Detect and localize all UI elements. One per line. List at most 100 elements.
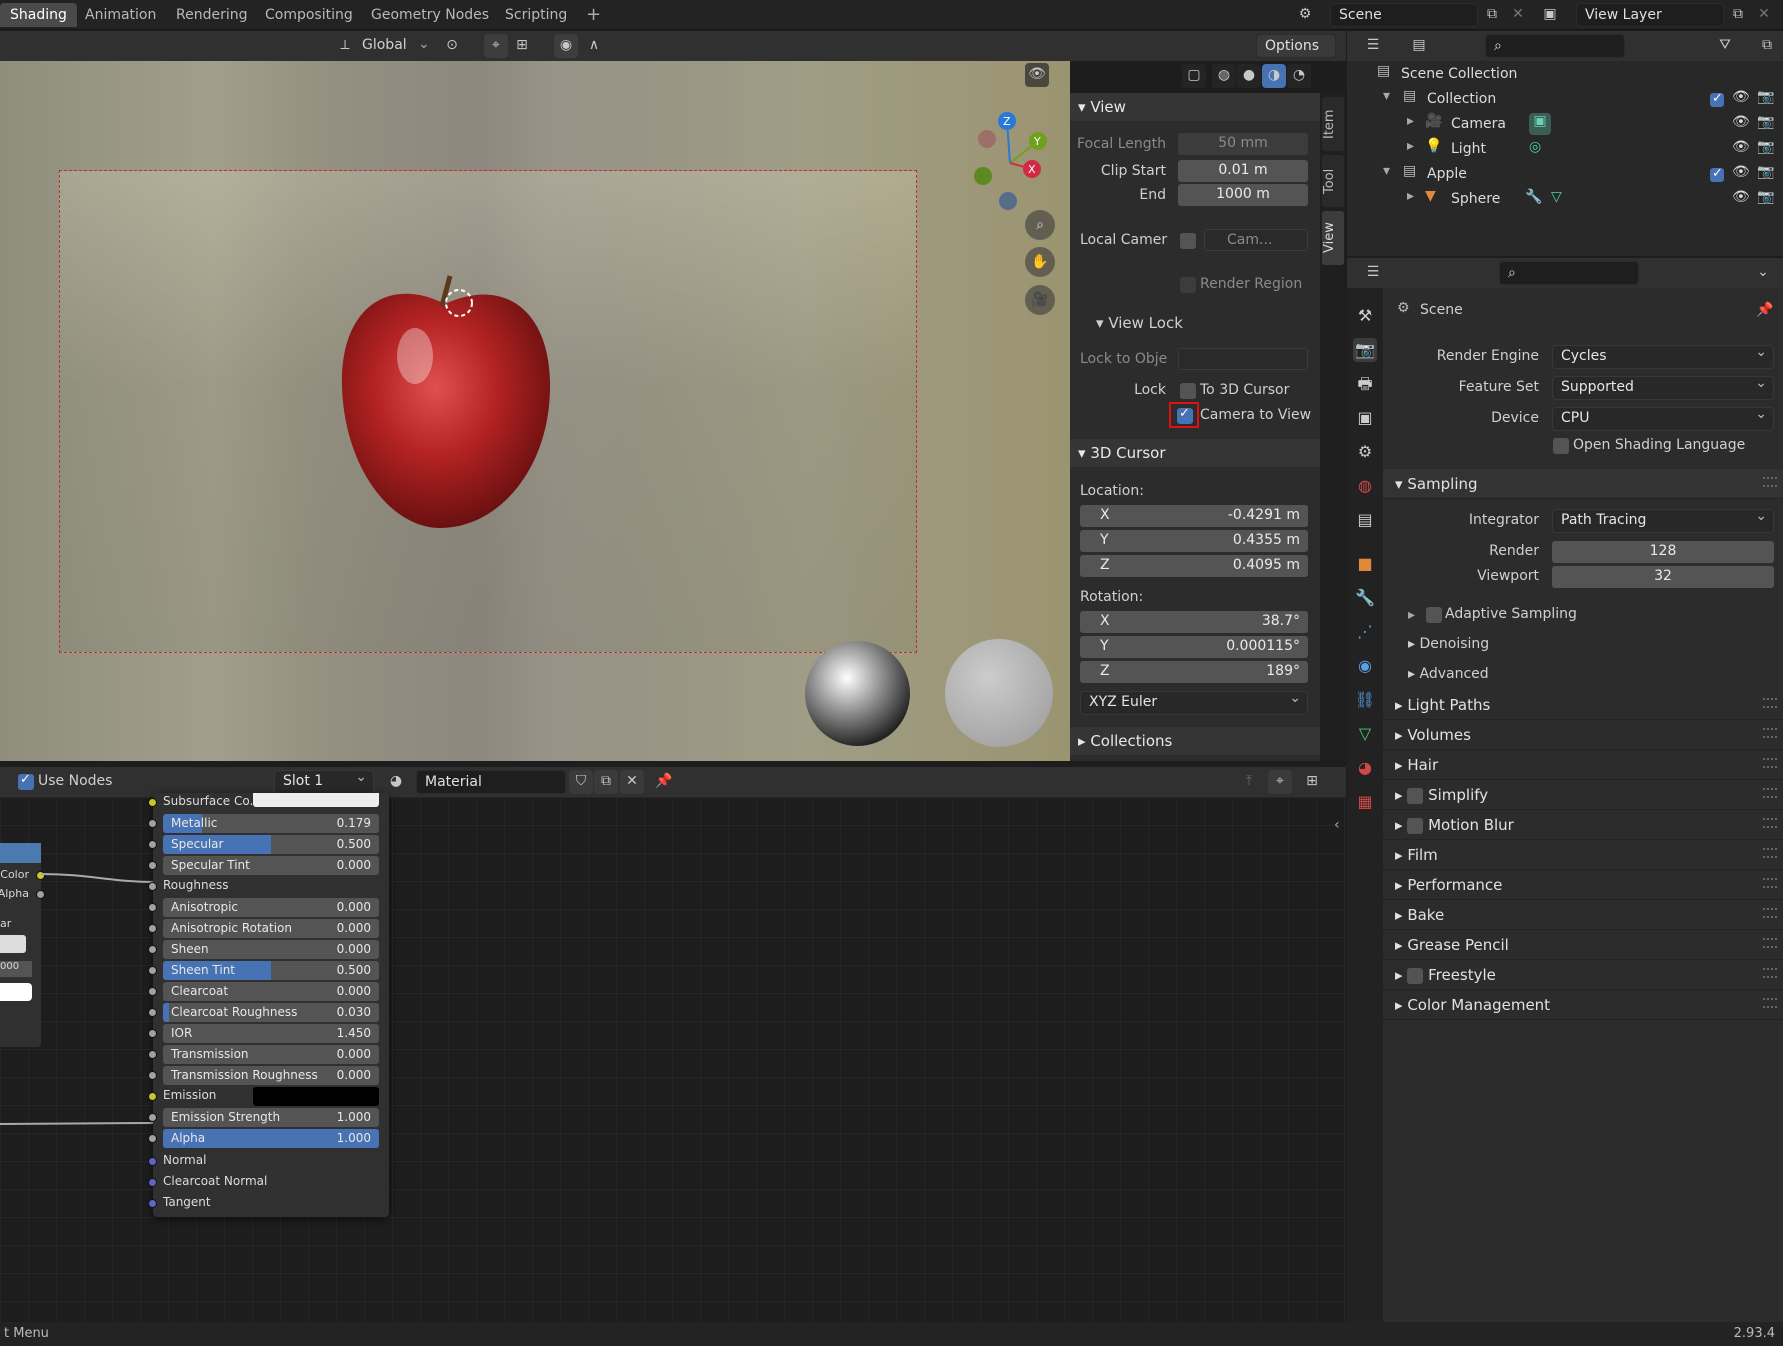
drag-handle[interactable] <box>1763 968 1777 978</box>
clearcoat-normal-socket[interactable] <box>148 1178 157 1187</box>
scene-name-field[interactable]: Scene <box>1330 3 1478 27</box>
chevron-down-icon[interactable]: ⌄ <box>1751 261 1775 285</box>
camera-to-view-checkbox[interactable] <box>1177 406 1193 424</box>
outliner-item-sphere[interactable]: ▸ ▼ Sphere 🔧 ▽ 👁 📷 <box>1347 188 1783 213</box>
render-tab-icon[interactable]: 📷 <box>1353 338 1377 362</box>
material-shading-icon[interactable]: ◑ <box>1262 64 1286 88</box>
normal-socket[interactable] <box>148 1157 157 1166</box>
use-nodes-checkbox[interactable] <box>18 772 34 790</box>
particles-tab-icon[interactable]: ⋰ <box>1353 620 1377 644</box>
bsdf-slider[interactable]: Specular Tint 0.000 <box>163 856 379 875</box>
parent-node-tree-icon[interactable]: ⤒ <box>1237 770 1261 794</box>
camera-data-icon[interactable]: ▣ <box>1529 113 1551 135</box>
drag-handle[interactable] <box>1763 477 1777 487</box>
world-tab-icon[interactable]: ◍ <box>1353 474 1377 498</box>
render-camera-icon[interactable]: 📷 <box>1757 189 1774 205</box>
drag-handle[interactable] <box>1763 908 1777 918</box>
tab-rendering[interactable]: Rendering <box>166 3 258 27</box>
bsdf-input-socket[interactable] <box>148 1071 157 1080</box>
falloff-icon[interactable]: ∧ <box>582 34 606 58</box>
subsurface-color-socket[interactable] <box>148 798 157 807</box>
exclude-checkbox[interactable] <box>1710 166 1724 182</box>
tab-scripting[interactable]: Scripting <box>495 3 577 27</box>
object-tab-icon[interactable]: ■ <box>1353 552 1377 576</box>
3d-cursor-section-header[interactable]: ▾ 3D Cursor <box>1070 439 1320 467</box>
options-dropdown[interactable]: Options <box>1256 34 1336 58</box>
editor-type-icon[interactable]: ☰ <box>1361 34 1385 58</box>
bake-panel[interactable]: ▸ Bake <box>1383 900 1783 930</box>
bsdf-input-socket[interactable] <box>148 1050 157 1059</box>
view-section-header[interactable]: ▾ View <box>1070 93 1320 121</box>
bsdf-input-socket[interactable] <box>148 903 157 912</box>
clip-end-field[interactable]: 1000 m <box>1178 184 1308 206</box>
camera-view-icon[interactable]: 🎥 <box>1025 285 1055 315</box>
bsdf-input-socket[interactable] <box>148 945 157 954</box>
outliner-search-input[interactable]: ⌕ <box>1485 34 1625 58</box>
render-samples-field[interactable]: 128 <box>1552 541 1774 563</box>
bsdf-input-socket[interactable] <box>148 966 157 975</box>
outliner-scene-collection[interactable]: ▤ Scene Collection <box>1347 63 1783 88</box>
tab-animation[interactable]: Animation <box>75 3 166 27</box>
mesh-data-icon[interactable]: ▽ <box>1551 189 1562 205</box>
unlink-material-icon[interactable]: ✕ <box>620 770 644 794</box>
bsdf-slider[interactable]: Anisotropic 0.000 <box>163 898 379 917</box>
navigation-gizmo[interactable]: Z Y X <box>960 111 1060 211</box>
tab-geometry-nodes[interactable]: Geometry Nodes <box>361 3 499 27</box>
collections-section-header[interactable]: ▸ Collections <box>1070 727 1320 755</box>
view-layer-tab-icon[interactable]: ▣ <box>1353 406 1377 430</box>
scene-tab-icon[interactable]: ⚙ <box>1353 440 1377 464</box>
drag-handle[interactable] <box>1763 788 1777 798</box>
drag-handle[interactable] <box>1763 998 1777 1008</box>
integrator-dropdown[interactable]: Path Tracing <box>1552 508 1774 533</box>
cursor-location-x[interactable]: X -0.4291 m <box>1080 505 1308 527</box>
exclude-checkbox[interactable] <box>1710 91 1724 107</box>
transform-orientation-icon[interactable]: ⟂ <box>333 34 357 58</box>
render-camera-icon[interactable]: 📷 <box>1757 114 1774 130</box>
view-layer-field[interactable]: View Layer <box>1576 3 1724 27</box>
tangent-socket[interactable] <box>148 1199 157 1208</box>
new-scene-icon[interactable]: ⧉ <box>1480 3 1504 27</box>
bsdf-slider[interactable]: Sheen Tint 0.500 <box>163 961 379 980</box>
render-region-checkbox[interactable] <box>1180 277 1196 293</box>
chevron-down-icon[interactable]: ⌄ <box>418 36 430 52</box>
modifier-wrench-icon[interactable]: 🔧 <box>1525 189 1542 205</box>
rotation-mode-dropdown[interactable]: XYZ Euler <box>1080 690 1308 715</box>
bsdf-slider[interactable]: Anisotropic Rotation 0.000 <box>163 919 379 938</box>
grease-pencil-panel[interactable]: ▸ Grease Pencil <box>1383 930 1783 960</box>
proportional-edit-icon[interactable]: ◉ <box>554 34 578 58</box>
bsdf-input-socket[interactable] <box>148 1029 157 1038</box>
local-camera-field[interactable]: Cam... <box>1204 229 1308 251</box>
adaptive-sampling-label[interactable]: Adaptive Sampling <box>1445 606 1577 622</box>
material-browse-icon[interactable]: ◕ <box>384 770 408 794</box>
render-camera-icon[interactable]: 📷 <box>1757 89 1774 105</box>
render-camera-icon[interactable]: 📷 <box>1757 139 1774 155</box>
bsdf-slider[interactable]: Metallic 0.179 <box>163 814 379 833</box>
cursor-location-y[interactable]: Y 0.4355 m <box>1080 530 1308 552</box>
material-name-field[interactable]: Material <box>416 770 566 794</box>
viewport-samples-field[interactable]: 32 <box>1552 566 1774 588</box>
fake-user-shield-icon[interactable]: ⛉ <box>569 770 593 794</box>
editor-type-icon[interactable]: ☰ <box>1361 261 1385 285</box>
expand-icon[interactable]: ▸ <box>1407 188 1414 204</box>
expand-icon[interactable]: ▾ <box>1383 88 1390 104</box>
pin-icon[interactable]: 📌 <box>1756 302 1773 318</box>
outliner-item-camera[interactable]: ▸ 🎥 Camera ▣ 👁 📷 <box>1347 113 1783 138</box>
bsdf-slider[interactable]: Emission Strength 1.000 <box>163 1108 379 1127</box>
eye-icon[interactable]: 👁 <box>1732 139 1750 155</box>
freestyle-checkbox[interactable] <box>1407 967 1424 984</box>
light-data-icon[interactable]: ◎ <box>1529 139 1541 155</box>
focal-length-field[interactable]: 50 mm <box>1178 133 1308 155</box>
bsdf-input-socket[interactable] <box>148 1134 157 1143</box>
add-workspace-button[interactable]: + <box>576 0 611 25</box>
cursor-rotation-z[interactable]: Z 189° <box>1080 661 1308 683</box>
motion-blur-checkbox[interactable] <box>1407 817 1424 834</box>
properties-search-input[interactable]: ⌕ <box>1499 261 1639 285</box>
bsdf-input-socket[interactable] <box>148 1008 157 1017</box>
physics-tab-icon[interactable]: ◉ <box>1353 654 1377 678</box>
outliner-item-apple[interactable]: ▾ ▤ Apple 👁 📷 <box>1347 163 1783 188</box>
pin-icon[interactable]: 📌 <box>652 770 676 794</box>
bsdf-input-socket[interactable] <box>148 819 157 828</box>
outliner-item-collection[interactable]: ▾ ▤ Collection 👁 📷 <box>1347 88 1783 113</box>
view-lock-header[interactable]: ▾ View Lock <box>1096 314 1183 332</box>
3d-viewport[interactable]: Z Y X ⌕ ✋ 🎥 👁 ↗ ◐ <box>0 61 1070 761</box>
